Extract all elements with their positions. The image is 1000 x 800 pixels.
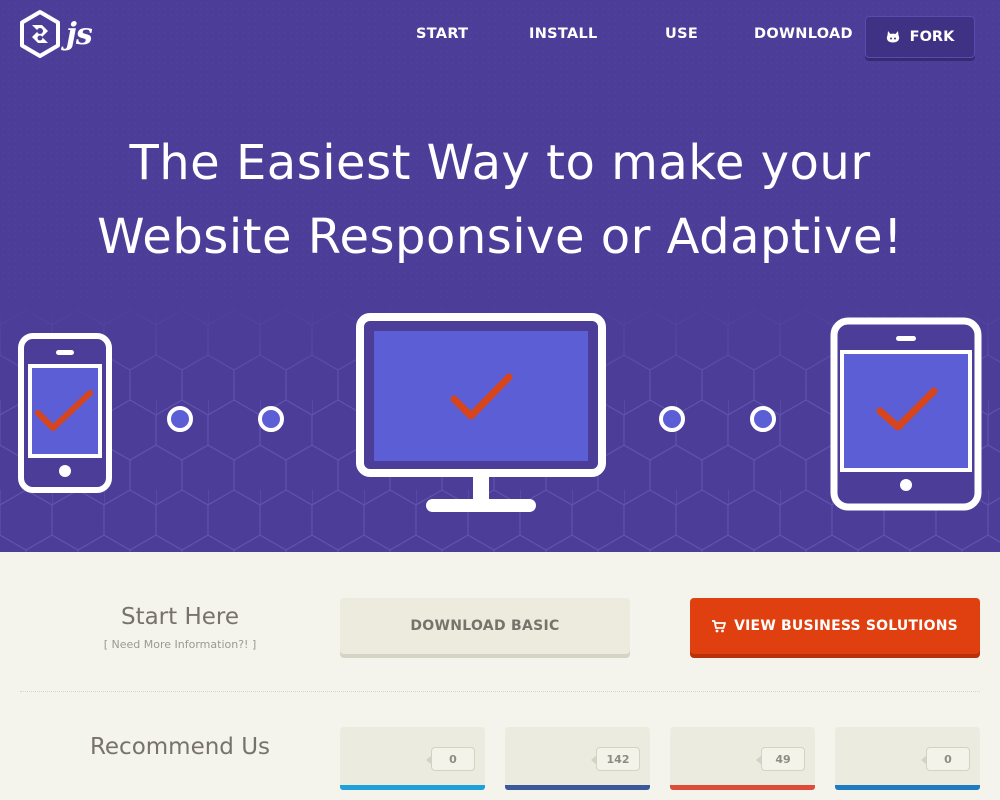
download-basic-button[interactable]: DOWNLOAD BASIC bbox=[340, 598, 630, 654]
recommend-us-title: Recommend Us bbox=[89, 734, 271, 760]
share-button-facebook[interactable]: 142 bbox=[505, 727, 650, 790]
fork-button-label: FORK bbox=[909, 29, 955, 45]
hero-section: js START INSTALL USE DOWNLOAD FORK The E… bbox=[0, 0, 1000, 552]
github-octocat-icon bbox=[886, 31, 899, 43]
share-count: 0 bbox=[921, 747, 970, 771]
connector-dot bbox=[258, 406, 284, 432]
top-navigation: js START INSTALL USE DOWNLOAD FORK bbox=[0, 0, 1000, 72]
headline-line-1: The Easiest Way to make your bbox=[129, 135, 871, 191]
site-logo[interactable]: js bbox=[18, 8, 102, 60]
fork-button[interactable]: FORK bbox=[865, 16, 975, 58]
headline-line-2: Website Responsive or Adaptive! bbox=[97, 209, 903, 265]
desktop-monitor-icon bbox=[356, 313, 606, 512]
share-color-bar bbox=[835, 785, 980, 790]
share-count: 0 bbox=[426, 747, 475, 771]
connector-dot bbox=[750, 406, 776, 432]
share-button-linkedin[interactable]: 0 bbox=[835, 727, 980, 790]
tablet-icon bbox=[830, 317, 982, 511]
cart-icon bbox=[712, 619, 727, 632]
section-divider bbox=[20, 691, 980, 692]
share-button-twitter[interactable]: 0 bbox=[340, 727, 485, 790]
share-button-google-plus[interactable]: 49 bbox=[670, 727, 815, 790]
content-section: Start Here [ Need More Information?! ] D… bbox=[0, 552, 1000, 800]
connector-dot bbox=[659, 406, 685, 432]
connector-dot bbox=[167, 406, 193, 432]
share-color-bar bbox=[505, 785, 650, 790]
business-button-label: VIEW BUSINESS SOLUTIONS bbox=[734, 618, 958, 634]
share-color-bar bbox=[340, 785, 485, 790]
nav-link-start[interactable]: START bbox=[416, 26, 468, 42]
start-here-title: Start Here bbox=[120, 604, 240, 630]
share-count: 142 bbox=[591, 747, 640, 771]
more-information-link[interactable]: [ Need More Information?! ] bbox=[80, 638, 280, 651]
view-business-solutions-button[interactable]: VIEW BUSINESS SOLUTIONS bbox=[690, 598, 980, 654]
logo-text: js bbox=[66, 16, 93, 52]
nav-link-download[interactable]: DOWNLOAD bbox=[754, 26, 853, 42]
hero-headline: The Easiest Way to make your Website Res… bbox=[0, 126, 1000, 274]
share-count: 49 bbox=[756, 747, 805, 771]
nav-link-use[interactable]: USE bbox=[665, 26, 698, 42]
phone-icon bbox=[18, 333, 112, 493]
hexagon-logo-icon bbox=[20, 10, 60, 58]
share-color-bar bbox=[670, 785, 815, 790]
nav-link-install[interactable]: INSTALL bbox=[529, 26, 598, 42]
